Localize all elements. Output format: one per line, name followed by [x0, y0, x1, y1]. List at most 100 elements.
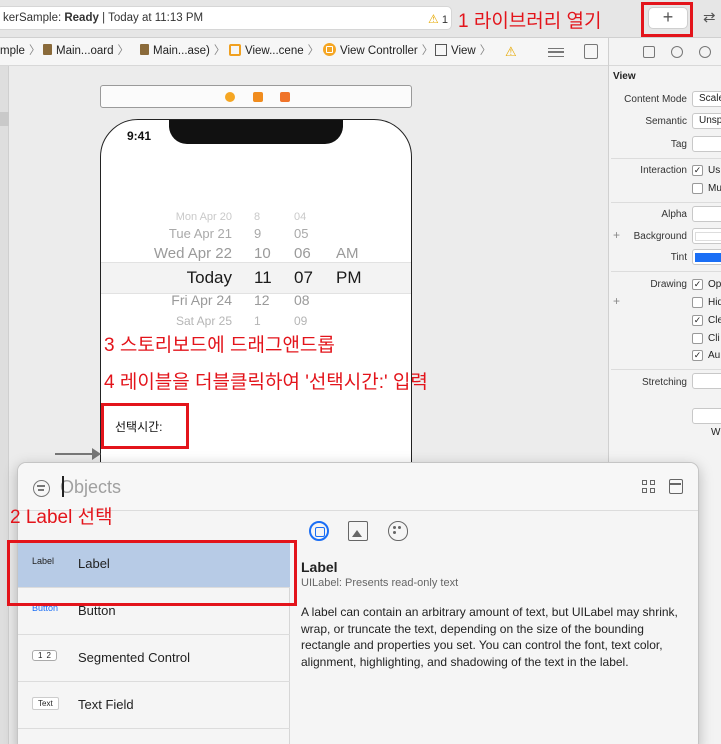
detail-title: Label — [301, 559, 338, 575]
opaque-label: Op — [708, 279, 721, 290]
help-inspector-icon[interactable] — [699, 46, 711, 58]
status-bar-time: 9:41 — [127, 129, 152, 143]
hidden-checkbox[interactable] — [692, 297, 703, 308]
activity-status: kerSample: Ready | Today at 11:13 PM — [0, 6, 452, 30]
colors-tab-icon[interactable] — [388, 521, 408, 541]
content-mode-select[interactable]: Scale — [692, 91, 721, 107]
add-variation-icon[interactable]: + — [613, 294, 620, 308]
stretching-width-field[interactable] — [692, 408, 721, 424]
document-outline-strip[interactable] — [0, 66, 9, 744]
picker-hour-cell: 10 — [254, 245, 271, 262]
label-highlight-box — [101, 403, 189, 449]
picker-ampm-cell: AM — [336, 245, 359, 262]
picker-row[interactable]: Wed Apr 22 10 06 AM — [100, 245, 412, 265]
picker-date-cell: Sat Apr 25 — [175, 314, 232, 328]
annotation-step-1: 1 라이브러리 열기 — [458, 11, 602, 32]
device-notch — [169, 120, 343, 144]
text-caret — [62, 476, 64, 497]
clears-graphics-checkbox[interactable]: ✓ — [692, 315, 703, 326]
stretching-x-field[interactable] — [692, 373, 721, 389]
content-mode-label: Content Mode — [624, 94, 687, 105]
list-item-text-field[interactable]: Text Text Field — [18, 682, 290, 729]
breadcrumb-view-controller[interactable]: View Controller 〉 — [323, 38, 435, 65]
library-tabs — [291, 517, 698, 547]
list-item-segmented-control[interactable]: 12 Segmented Control — [18, 635, 290, 682]
view-controller-icon[interactable] — [225, 92, 235, 102]
breadcrumb-scene[interactable]: View...cene 〉 — [229, 38, 321, 65]
warning-badge[interactable]: ⚠ 1 — [428, 12, 448, 26]
crumb-label: View — [451, 45, 476, 57]
user-interaction-checkbox[interactable]: ✓ — [692, 165, 703, 176]
clips-to-bounds-label: Cli — [708, 333, 720, 344]
picker-ampm-cell: PM — [336, 268, 362, 287]
initial-view-controller-arrow — [55, 448, 101, 460]
picker-row[interactable]: Today 11 07 PM — [100, 268, 412, 288]
crumb-label: View...cene — [245, 45, 304, 57]
drawing-label: Drawing — [650, 279, 687, 290]
jumpbar-warning-icon[interactable]: ⚠ — [505, 38, 517, 65]
add-variation-icon[interactable]: + — [613, 228, 620, 242]
breadcrumb-view[interactable]: View 〉 — [435, 38, 493, 65]
library-search-row — [18, 463, 698, 511]
tag-field[interactable] — [692, 136, 721, 152]
list-view-icon[interactable] — [669, 479, 683, 494]
media-tab-icon[interactable] — [348, 521, 368, 541]
objects-tab-icon[interactable] — [309, 521, 329, 541]
divider — [611, 271, 721, 272]
crumb-label: View Controller — [340, 45, 418, 57]
picker-row[interactable]: Tue Apr 21 9 05 — [100, 226, 412, 246]
date-picker[interactable]: Mon Apr 20 8 04 Tue Apr 21 9 05 Wed Apr 22 10 06… — [100, 211, 412, 328]
semantic-label: Semantic — [645, 116, 687, 127]
annotation-highlight-plus — [641, 2, 693, 37]
library-detail-pane: Label UILabel: Presents read-only text A… — [301, 559, 691, 670]
grid-view-icon[interactable] — [642, 480, 656, 494]
filter-icon[interactable] — [33, 480, 50, 497]
picker-minute-cell: 07 — [294, 268, 313, 287]
picker-minute-cell: 06 — [294, 245, 311, 262]
scene-dock[interactable] — [100, 85, 412, 108]
view-controller-icon — [323, 43, 336, 56]
interaction-label: Interaction — [640, 165, 687, 176]
history-inspector-icon[interactable] — [671, 46, 683, 58]
segment-2: 2 — [46, 651, 51, 660]
status-time: Today at 11:13 PM — [108, 12, 204, 24]
warning-count: 1 — [441, 14, 448, 26]
detail-subtitle: UILabel: Presents read-only text — [301, 577, 459, 589]
first-responder-icon[interactable] — [253, 92, 263, 102]
picker-date-cell: Fri Apr 24 — [171, 292, 232, 308]
editor-options-icon[interactable] — [548, 48, 564, 57]
breadcrumb-storyboard-folder[interactable]: Main...oard 〉 — [43, 38, 131, 65]
add-editor-icon[interactable] — [584, 44, 598, 59]
picker-row[interactable]: Fri Apr 24 12 08 — [100, 292, 412, 312]
breadcrumb-project[interactable]: mple 〉 — [0, 38, 42, 65]
annotation-step-3: 3 스토리보드에 드래그앤드롭 — [104, 335, 335, 356]
multiple-touch-label: Mu — [708, 183, 721, 194]
picker-hour-cell: 9 — [254, 226, 262, 241]
divider — [611, 202, 721, 203]
divider — [611, 158, 721, 159]
picker-minute-cell: 05 — [294, 226, 309, 241]
file-inspector-icon[interactable] — [643, 46, 655, 58]
tint-label: Tint — [670, 252, 687, 263]
storyboard-file-icon — [140, 44, 149, 55]
scene-icon — [229, 44, 241, 56]
semantic-select[interactable]: Unsp — [692, 113, 721, 129]
exit-icon[interactable] — [280, 92, 290, 102]
picker-minute-cell: 09 — [294, 314, 308, 328]
picker-date-cell: Tue Apr 21 — [168, 226, 232, 241]
opaque-checkbox[interactable]: ✓ — [692, 279, 703, 290]
alpha-field[interactable] — [692, 206, 721, 222]
annotation-highlight-label-item — [7, 540, 297, 606]
segment-1: 1 — [38, 651, 43, 660]
multiple-touch-checkbox[interactable] — [692, 183, 703, 194]
picker-hour-cell: 12 — [254, 292, 270, 308]
inspector-section-title: View — [613, 71, 636, 82]
library-search-input[interactable] — [60, 475, 480, 499]
autoresize-checkbox[interactable]: ✓ — [692, 350, 703, 361]
clips-to-bounds-checkbox[interactable] — [692, 333, 703, 344]
breadcrumb-storyboard-base[interactable]: Main...ase) 〉 — [140, 38, 227, 65]
background-color-swatch — [695, 232, 721, 241]
outline-selection — [0, 112, 9, 126]
text-field-thumbnail: Text — [32, 697, 59, 710]
code-review-icon[interactable]: ⇄ — [703, 8, 716, 26]
